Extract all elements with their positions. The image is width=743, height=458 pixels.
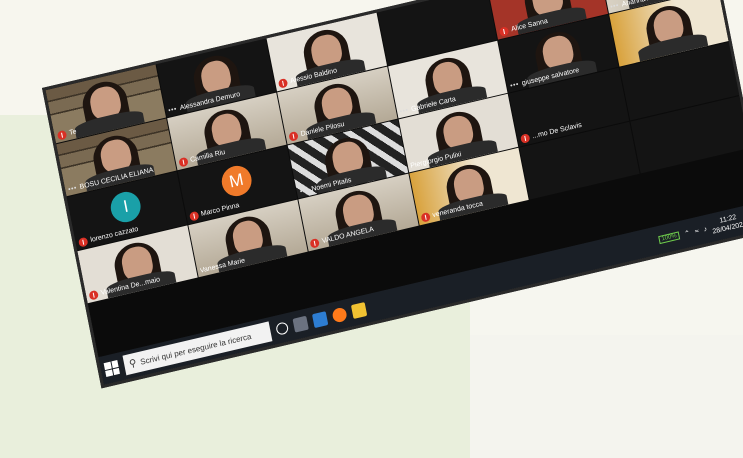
mic-muted-icon — [498, 25, 510, 37]
mic-muted-icon — [56, 129, 68, 141]
windows-start-icon[interactable] — [103, 360, 120, 377]
participant-name-bar — [643, 147, 743, 171]
more-options-icon[interactable]: ••• — [510, 81, 520, 90]
mic-muted-icon — [288, 131, 299, 142]
participant-avatar: I — [108, 188, 144, 225]
participant-name: Te — [68, 127, 78, 137]
cortana-icon[interactable] — [275, 321, 290, 336]
firefox-icon[interactable] — [331, 306, 348, 324]
file-explorer-icon[interactable] — [350, 302, 368, 319]
battery-indicator[interactable]: 100% — [657, 231, 681, 245]
volume-icon[interactable]: ♪ — [703, 225, 708, 233]
mic-muted-icon — [77, 236, 89, 248]
more-options-icon[interactable]: ••• — [299, 187, 309, 196]
participant-avatar: M — [218, 162, 254, 199]
participant-name-bar — [532, 173, 636, 197]
more-options-icon[interactable]: ••• — [610, 2, 620, 11]
task-view-icon[interactable] — [292, 315, 309, 333]
more-options-icon[interactable]: ••• — [168, 105, 178, 114]
mic-muted-icon — [88, 290, 100, 301]
mic-muted-icon — [277, 77, 289, 89]
clock[interactable]: 11:22 28/04/2020 — [710, 211, 743, 237]
chevron-up-icon[interactable]: ⌃ — [684, 229, 691, 238]
mic-muted-icon — [519, 132, 531, 144]
mic-muted-icon — [309, 238, 321, 250]
more-options-icon[interactable]: ••• — [399, 107, 409, 116]
more-options-icon[interactable]: ••• — [68, 185, 78, 194]
mic-muted-icon — [177, 156, 189, 168]
edge-browser-icon[interactable] — [311, 311, 329, 329]
mic-muted-icon — [420, 212, 431, 224]
mic-muted-icon — [188, 210, 199, 222]
search-icon: ⚲ — [128, 357, 138, 370]
background-panel-right — [470, 335, 743, 458]
wifi-icon[interactable]: ≈ — [694, 227, 699, 235]
